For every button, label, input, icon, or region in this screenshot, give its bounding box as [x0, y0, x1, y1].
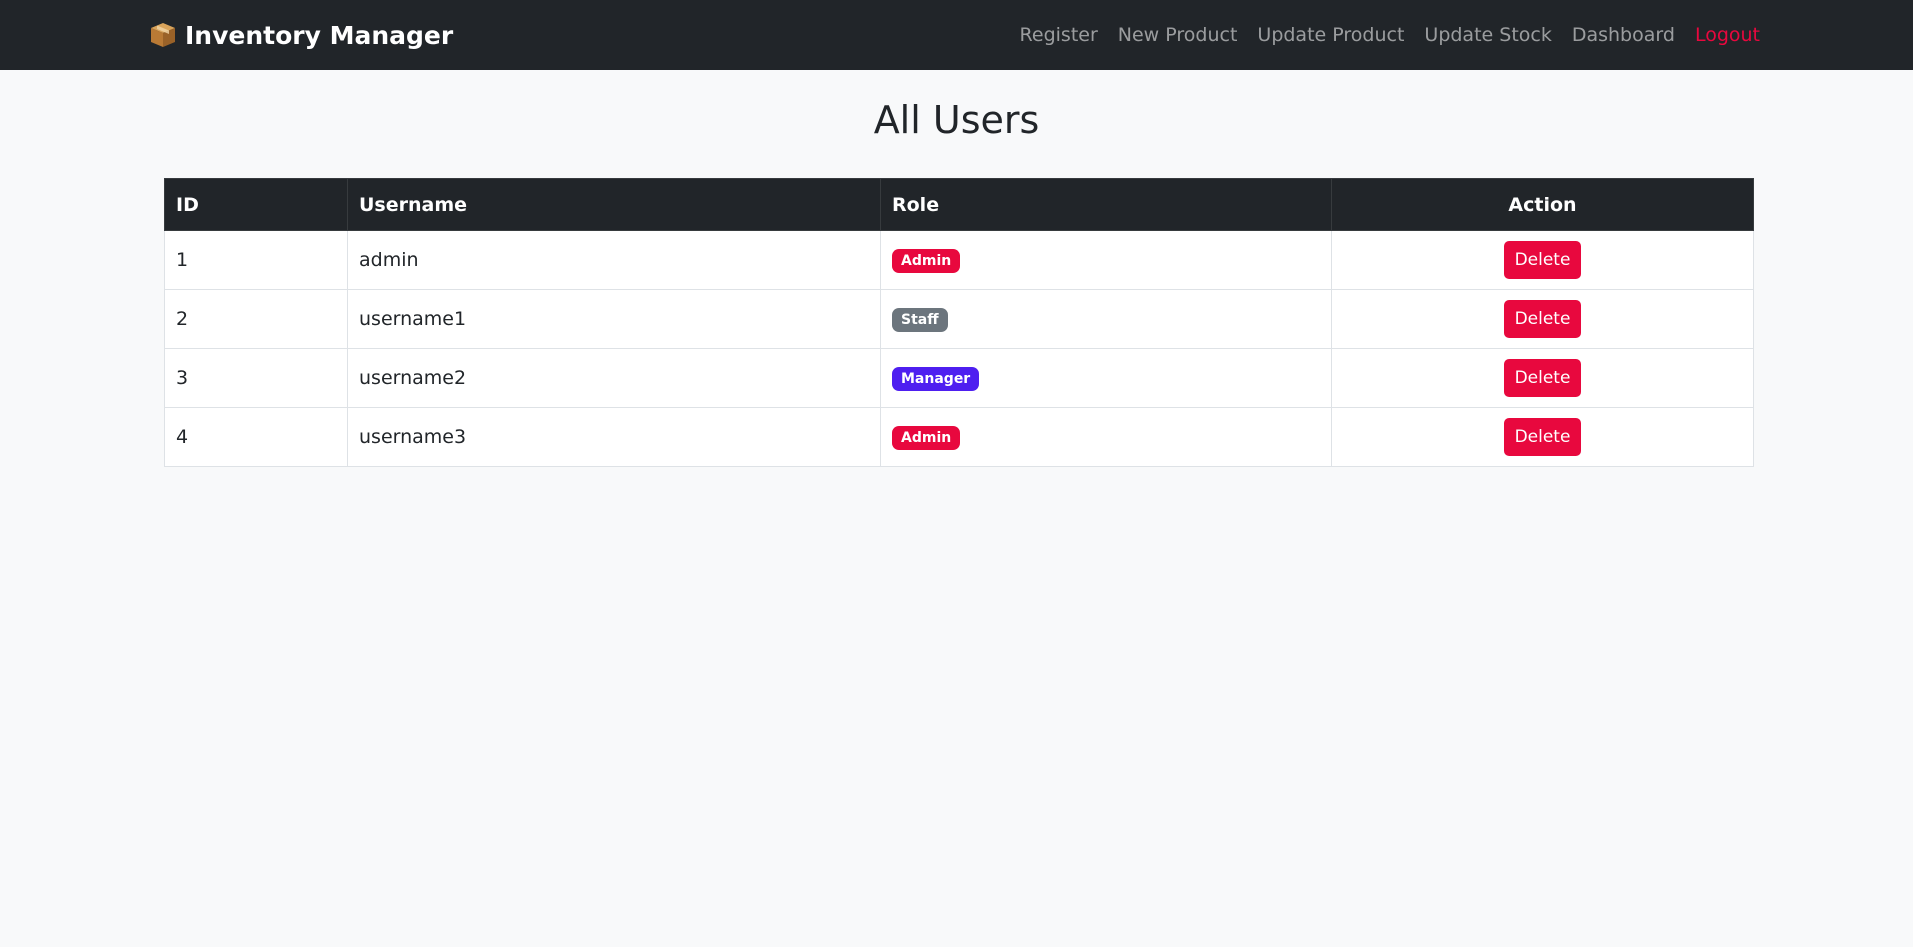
cell-action: Delete [1331, 289, 1754, 349]
cell-action: Delete [1331, 230, 1754, 290]
page-title: All Users [873, 98, 1040, 142]
table-row: 4 username3 Admin Delete [164, 407, 1754, 467]
cell-action: Delete [1331, 348, 1754, 408]
role-badge: Staff [892, 307, 948, 332]
delete-button[interactable]: Delete [1503, 300, 1582, 338]
cell-role: Admin [880, 407, 1332, 467]
cell-username: admin [347, 230, 881, 290]
cell-id: 4 [164, 407, 348, 467]
users-table: ID Username Role Action 1 admin Admin De… [164, 178, 1754, 467]
delete-button[interactable]: Delete [1503, 418, 1582, 456]
role-badge: Manager [892, 366, 980, 391]
cell-username: username2 [347, 348, 881, 408]
table-header-row: ID Username Role Action [164, 178, 1754, 231]
table-row: 1 admin Admin Delete [164, 230, 1754, 290]
cell-role: Admin [880, 230, 1332, 290]
cell-role: Manager [880, 348, 1332, 408]
delete-button[interactable]: Delete [1503, 241, 1582, 279]
nav-link-new-product[interactable]: New Product [1118, 24, 1238, 46]
cell-username: username1 [347, 289, 881, 349]
header-id: ID [164, 178, 348, 231]
brand-link[interactable]: Inventory Manager [149, 0, 453, 70]
cell-role: Staff [880, 289, 1332, 349]
cell-username: username3 [347, 407, 881, 467]
delete-button[interactable]: Delete [1503, 359, 1582, 397]
nav-links: Register New Product Update Product Upda… [1000, 0, 1760, 70]
table-row: 3 username2 Manager Delete [164, 348, 1754, 408]
table-row: 2 username1 Staff Delete [164, 289, 1754, 349]
top-navbar: Inventory Manager Register New Product U… [0, 0, 1913, 70]
package-icon [149, 21, 177, 49]
nav-link-register[interactable]: Register [1020, 24, 1098, 46]
nav-link-dashboard[interactable]: Dashboard [1572, 24, 1675, 46]
header-username: Username [347, 178, 881, 231]
cell-action: Delete [1331, 407, 1754, 467]
cell-id: 1 [164, 230, 348, 290]
cell-id: 3 [164, 348, 348, 408]
nav-link-update-stock[interactable]: Update Stock [1424, 24, 1551, 46]
header-action: Action [1331, 178, 1754, 231]
nav-link-logout[interactable]: Logout [1695, 24, 1760, 46]
role-badge: Admin [892, 425, 961, 450]
nav-link-update-product[interactable]: Update Product [1257, 24, 1404, 46]
brand-title: Inventory Manager [185, 20, 454, 50]
role-badge: Admin [892, 248, 961, 273]
cell-id: 2 [164, 289, 348, 349]
header-role: Role [880, 178, 1332, 231]
